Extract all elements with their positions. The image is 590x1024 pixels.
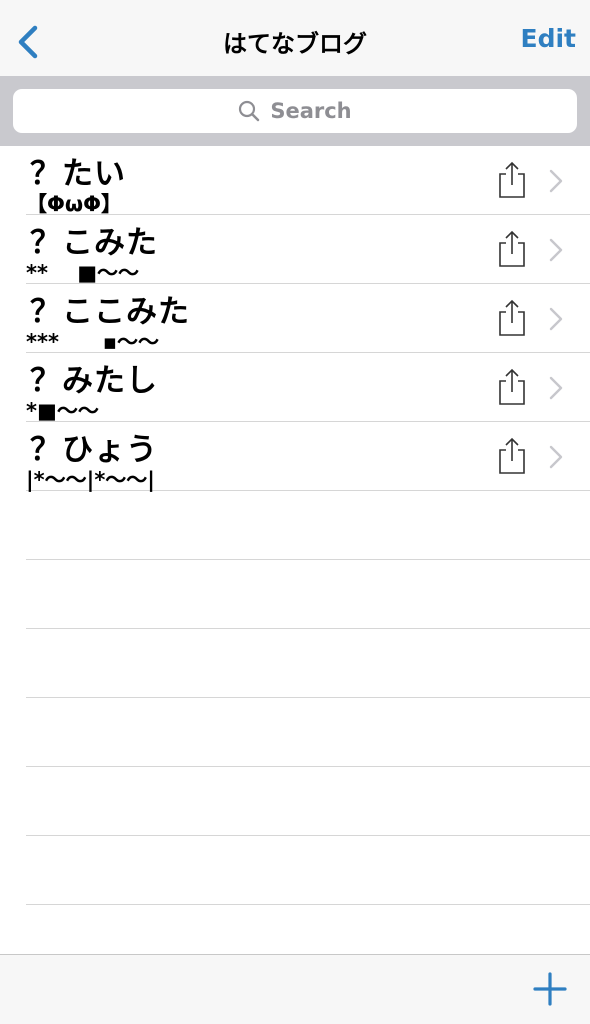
chevron-left-icon bbox=[18, 25, 38, 59]
search-input[interactable]: Search bbox=[13, 89, 577, 133]
edit-button[interactable]: Edit bbox=[521, 24, 577, 53]
chevron-right-icon[interactable] bbox=[548, 444, 564, 470]
entry-title: ？ここみた bbox=[30, 294, 190, 330]
share-icon[interactable] bbox=[496, 367, 528, 407]
entry-list: ？たい 【ΦωΦ】 ？こみた ** ■〜〜 ？ここみた *** ▪︎〜〜 ？みた… bbox=[0, 146, 590, 905]
chevron-right-icon[interactable] bbox=[548, 375, 564, 401]
empty-row bbox=[26, 698, 590, 767]
share-icon[interactable] bbox=[496, 298, 528, 338]
chevron-right-icon[interactable] bbox=[548, 237, 564, 263]
empty-row bbox=[26, 491, 590, 560]
empty-row bbox=[26, 767, 590, 836]
list-item[interactable]: ？ひょう |*〜〜|*〜〜| bbox=[26, 422, 590, 492]
entry-subtitle: *■〜〜 bbox=[26, 399, 99, 423]
entry-subtitle: |*〜〜|*〜〜| bbox=[26, 468, 155, 492]
plus-icon[interactable] bbox=[532, 971, 568, 1007]
share-icon[interactable] bbox=[496, 436, 528, 476]
chevron-right-icon[interactable] bbox=[548, 306, 564, 332]
empty-row bbox=[26, 836, 590, 905]
list-item[interactable]: ？みたし *■〜〜 bbox=[26, 353, 590, 423]
page-title: はてなブログ bbox=[223, 30, 367, 58]
entry-title: ？こみた bbox=[30, 225, 158, 261]
entry-subtitle: ** ■〜〜 bbox=[26, 261, 140, 285]
share-icon[interactable] bbox=[496, 229, 528, 269]
entry-subtitle: 【ΦωΦ】 bbox=[26, 192, 122, 216]
list-item[interactable]: ？ここみた *** ▪︎〜〜 bbox=[26, 284, 590, 354]
empty-row bbox=[26, 560, 590, 629]
search-icon bbox=[239, 100, 260, 122]
bottom-toolbar bbox=[0, 954, 590, 1024]
search-bar: Search bbox=[0, 76, 590, 146]
entry-title: ？みたし bbox=[30, 363, 158, 399]
list-item[interactable]: ？こみた ** ■〜〜 bbox=[26, 215, 590, 285]
list-item[interactable]: ？たい 【ΦωΦ】 bbox=[26, 146, 590, 216]
chevron-right-icon[interactable] bbox=[548, 168, 564, 194]
navigation-bar: はてなブログ Edit bbox=[0, 0, 590, 76]
entry-title: ？ひょう bbox=[30, 432, 158, 468]
back-button[interactable] bbox=[8, 20, 48, 64]
empty-row bbox=[26, 629, 590, 698]
entry-subtitle: *** ▪︎〜〜 bbox=[26, 330, 160, 354]
search-placeholder: Search bbox=[270, 99, 352, 123]
share-icon[interactable] bbox=[496, 160, 528, 200]
entry-title: ？たい bbox=[30, 156, 126, 192]
